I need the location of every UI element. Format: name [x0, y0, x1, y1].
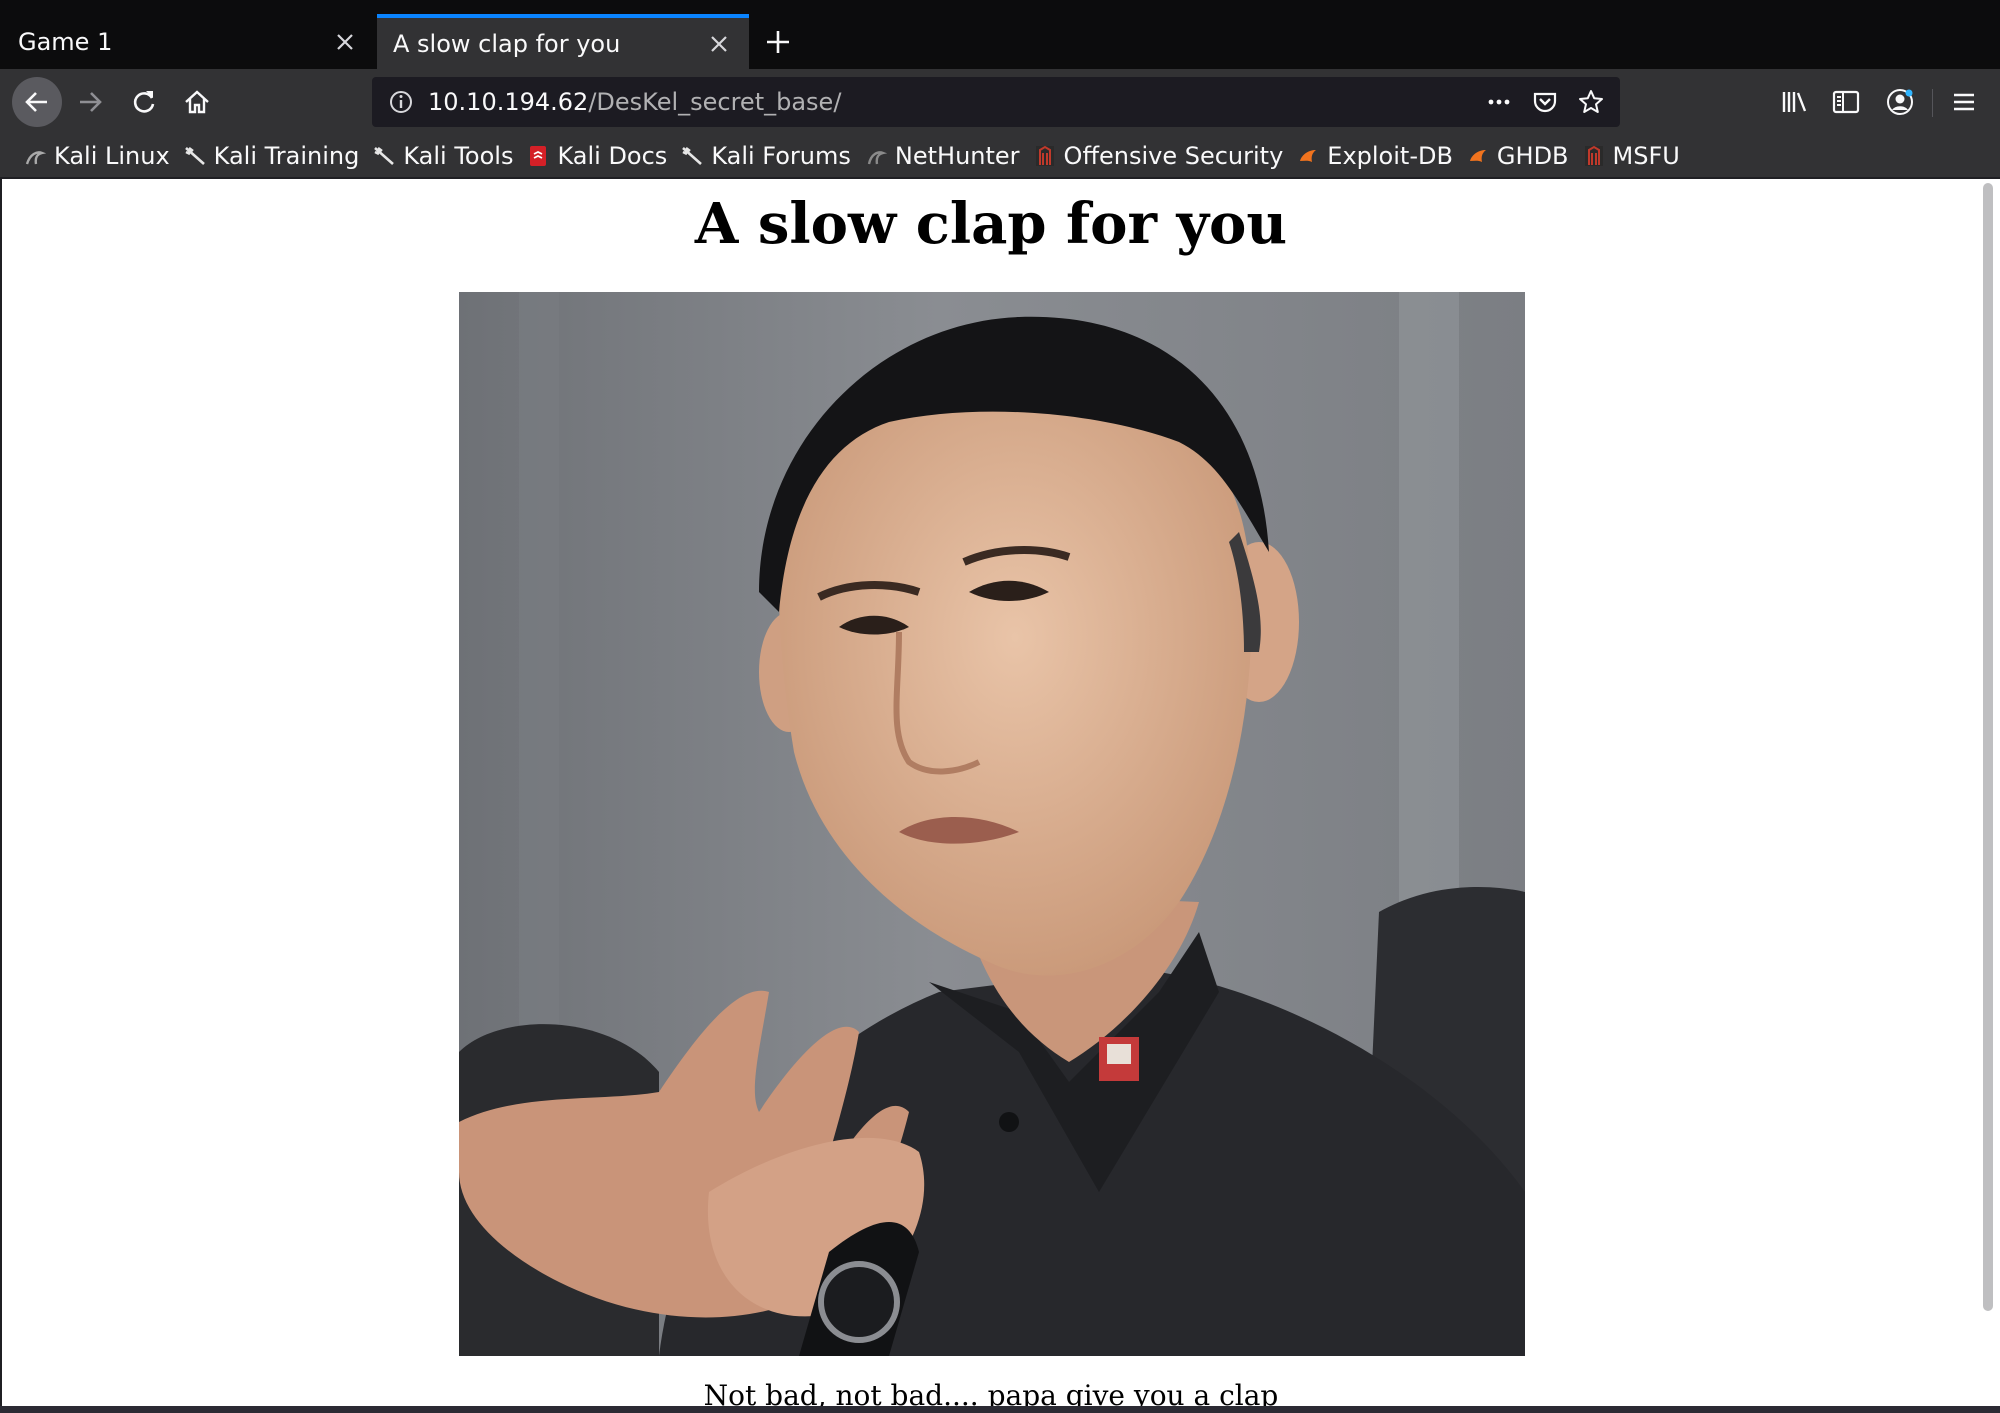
exploit-db-icon — [1467, 145, 1489, 167]
navigation-toolbar: 10.10.194.62/DesKel_secret_base/ — [0, 69, 2000, 135]
bookmark-label: NetHunter — [894, 142, 1020, 170]
forward-button[interactable] — [66, 78, 114, 126]
scrollbar-thumb[interactable] — [1983, 183, 1993, 1311]
menu-button[interactable] — [1940, 78, 1988, 126]
bookmark-nethunter[interactable]: NetHunter — [865, 136, 1020, 176]
hamburger-menu-icon — [1954, 93, 1974, 111]
clapping-man-photo — [459, 292, 1525, 1356]
bookmark-msfu[interactable]: MSFU — [1583, 136, 1680, 176]
kali-dragon-icon — [681, 145, 703, 167]
bookmark-label: Kali Training — [213, 142, 360, 170]
vertical-scrollbar[interactable] — [1980, 179, 2000, 1406]
bookmark-star-icon[interactable] — [1568, 79, 1614, 125]
account-icon — [1887, 89, 1913, 115]
bookmark-kali-tools[interactable]: Kali Tools — [373, 136, 513, 176]
page-actions-icon[interactable] — [1476, 79, 1522, 125]
reload-button[interactable] — [120, 78, 168, 126]
sidebar-button[interactable] — [1822, 78, 1870, 126]
kali-dragon-icon — [373, 145, 395, 167]
bookmark-label: Offensive Security — [1063, 142, 1284, 170]
url-host: 10.10.194.62 — [428, 88, 589, 116]
url-text[interactable]: 10.10.194.62/DesKel_secret_base/ — [428, 88, 1476, 116]
close-tab-icon[interactable] — [699, 24, 739, 64]
reload-icon — [133, 91, 155, 113]
window-bottom-edge — [0, 1406, 2000, 1413]
offsec-icon — [1583, 145, 1605, 167]
bookmark-kali-forums[interactable]: Kali Forums — [681, 136, 851, 176]
exploit-db-icon — [1297, 145, 1319, 167]
back-arrow-icon — [25, 92, 47, 112]
pocket-icon[interactable] — [1522, 79, 1568, 125]
bookmark-label: Kali Linux — [54, 142, 170, 170]
url-path: /DesKel_secret_base/ — [588, 88, 842, 116]
close-tab-icon[interactable] — [325, 22, 365, 62]
library-button[interactable] — [1770, 78, 1818, 126]
bookmark-kali-training[interactable]: Kali Training — [184, 136, 360, 176]
address-bar[interactable]: 10.10.194.62/DesKel_secret_base/ — [372, 77, 1620, 127]
bookmark-label: GHDB — [1496, 142, 1569, 170]
page-title: A slow clap for you — [694, 191, 1288, 257]
bookmark-label: Kali Tools — [403, 142, 514, 170]
photo-caption: Not bad, not bad.... papa give you a cla… — [703, 1379, 1279, 1406]
offsec-icon — [1034, 145, 1056, 167]
bookmark-label: Kali Forums — [711, 142, 851, 170]
bookmark-offensive-security[interactable]: Offensive Security — [1034, 136, 1284, 176]
back-button[interactable] — [12, 77, 62, 127]
tab-title: A slow clap for you — [393, 29, 621, 58]
bookmark-exploit-db[interactable]: Exploit-DB — [1297, 136, 1453, 176]
home-icon — [185, 90, 209, 114]
page-content: A slow clap for you Not bad, not bad....… — [2, 179, 1980, 1406]
library-icon — [1782, 92, 1807, 112]
kali-dragon-icon — [184, 145, 206, 167]
plus-icon — [767, 31, 789, 53]
bookmark-label: Exploit-DB — [1327, 142, 1453, 170]
forward-arrow-icon — [80, 92, 102, 112]
new-tab-button[interactable] — [758, 22, 798, 62]
home-button[interactable] — [173, 78, 221, 126]
tab-title: Game 1 — [18, 27, 113, 56]
bookmark-ghdb[interactable]: GHDB — [1467, 136, 1569, 176]
bookmark-kali-linux[interactable]: Kali Linux — [24, 136, 170, 176]
tab-game-1[interactable]: Game 1 — [0, 14, 375, 69]
bookmark-kali-docs[interactable]: Kali Docs — [527, 136, 667, 176]
sidebar-icon — [1832, 90, 1860, 114]
bookmarks-toolbar: Kali Linux Kali Training Kali Tools Kali… — [0, 135, 2000, 177]
account-button[interactable] — [1876, 78, 1924, 126]
toolbar-separator — [1932, 89, 1933, 117]
bookmark-label: MSFU — [1612, 142, 1680, 170]
tab-strip: Game 1 A slow clap for you — [0, 0, 2000, 69]
kali-dragon-icon — [24, 145, 46, 167]
nethunter-icon — [865, 145, 887, 167]
site-info-icon[interactable] — [386, 87, 416, 117]
bookmark-label: Kali Docs — [557, 142, 668, 170]
kali-docs-icon — [527, 145, 549, 167]
tab-slow-clap[interactable]: A slow clap for you — [377, 14, 749, 69]
